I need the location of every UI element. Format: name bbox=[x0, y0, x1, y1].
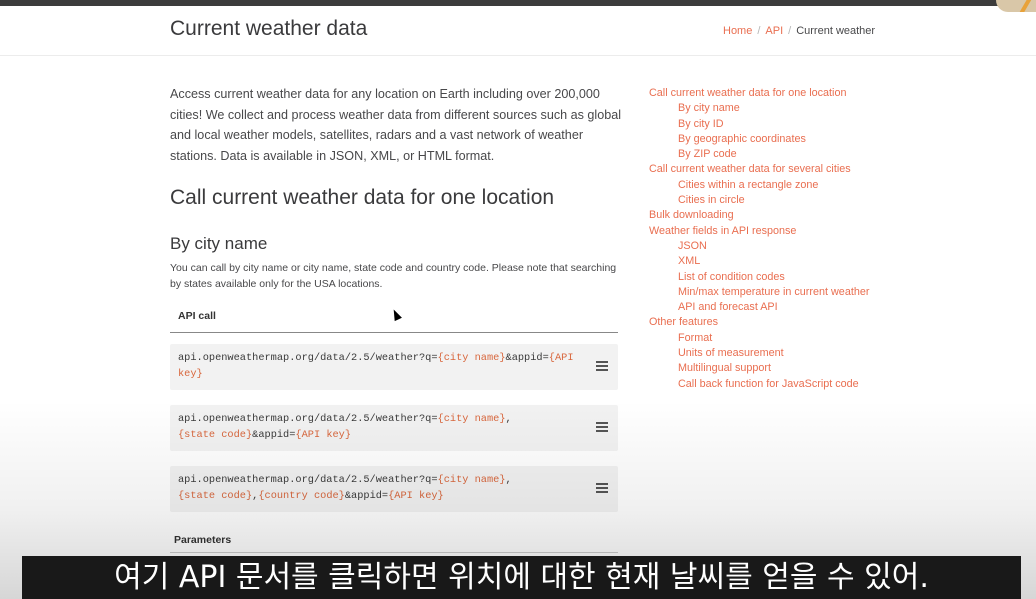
toc-link[interactable]: Cities within a rectangle zone bbox=[649, 178, 949, 193]
subsection-title: By city name bbox=[170, 234, 268, 253]
code-placeholder: {city name} bbox=[437, 352, 506, 364]
breadcrumb-home-link[interactable]: Home bbox=[723, 25, 752, 37]
code-placeholder: {country code} bbox=[258, 489, 345, 502]
breadcrumb-separator: / bbox=[788, 25, 792, 37]
menu-lines-icon[interactable] bbox=[596, 483, 608, 493]
toc-link[interactable]: By city ID bbox=[649, 117, 949, 132]
toc-link[interactable]: Format bbox=[649, 331, 949, 346]
code-text: &appid= bbox=[505, 352, 549, 364]
toc-link[interactable]: By ZIP code bbox=[649, 147, 949, 162]
toc-link[interactable]: Other features bbox=[649, 315, 949, 330]
page-header: Current weather data Home / API / Current we… bbox=[0, 6, 1036, 56]
code-text: , bbox=[505, 413, 512, 425]
code-text: api.openweathermap.org/data/2.5/weather?… bbox=[178, 352, 438, 364]
breadcrumb-separator: / bbox=[757, 25, 761, 37]
section-title: Call current weather data for one locati… bbox=[170, 186, 555, 209]
toc-link[interactable]: By city name bbox=[649, 101, 949, 116]
code-text: api.openweathermap.org/data/2.5/weather?… bbox=[178, 413, 438, 425]
toc-link[interactable]: Min/max temperature in current weather bbox=[649, 285, 949, 300]
code-placeholder: {state code} bbox=[178, 489, 253, 502]
video-subtitle: 여기 API 문서를 클릭하면 위치에 대한 현재 날씨를 얻을 수 있어. bbox=[22, 556, 1021, 599]
toc-link[interactable]: Multilingual support bbox=[649, 361, 949, 376]
toc-link[interactable]: JSON bbox=[649, 239, 949, 254]
menu-lines-icon[interactable] bbox=[596, 422, 608, 432]
toc-link[interactable]: Bulk downloading bbox=[649, 208, 949, 223]
toc-link[interactable]: API and forecast API bbox=[649, 300, 949, 315]
breadcrumb-api-link[interactable]: API bbox=[765, 25, 783, 37]
breadcrumb-current: Current weather bbox=[796, 25, 876, 37]
menu-lines-icon[interactable] bbox=[596, 361, 608, 371]
page-title: Current weather data bbox=[170, 17, 368, 40]
code-text: &appid= bbox=[344, 489, 389, 502]
code-placeholder: {API key} bbox=[295, 428, 352, 441]
subsection-description: You can call by city name or city name, … bbox=[170, 262, 617, 290]
toc-link[interactable]: XML bbox=[649, 254, 949, 269]
breadcrumb: Home / API / Current weather bbox=[723, 25, 875, 37]
code-placeholder: {state code} bbox=[178, 428, 253, 441]
parameters-divider bbox=[170, 552, 618, 553]
api-call-code-block[interactable]: api.openweathermap.org/data/2.5/weather?… bbox=[170, 466, 618, 512]
toc-link[interactable]: By geographic coordinates bbox=[649, 132, 949, 147]
toc-link[interactable]: Call current weather data for several ci… bbox=[649, 162, 949, 177]
code-placeholder: {city name} bbox=[437, 413, 506, 425]
code-text: &appid= bbox=[252, 428, 296, 441]
intro-paragraph: Access current weather data for any loca… bbox=[170, 87, 622, 163]
toc-link[interactable]: Call current weather data for one locati… bbox=[649, 86, 949, 101]
code-placeholder: {city name} bbox=[437, 474, 506, 486]
toc-link[interactable]: Cities in circle bbox=[649, 193, 949, 208]
toc-link[interactable]: Units of measurement bbox=[649, 346, 949, 361]
code-text: api.openweathermap.org/data/2.5/weather?… bbox=[178, 474, 438, 486]
table-of-contents: Call current weather data for one locati… bbox=[649, 86, 949, 392]
code-text: , bbox=[505, 474, 512, 486]
toc-link[interactable]: List of condition codes bbox=[649, 270, 949, 285]
code-placeholder: {API key} bbox=[388, 489, 444, 502]
toc-link[interactable]: Weather fields in API response bbox=[649, 224, 949, 239]
api-call-header-label: API call bbox=[178, 310, 216, 322]
toc-link[interactable]: Call back function for JavaScript code bbox=[649, 377, 949, 392]
parameters-header: Parameters bbox=[174, 534, 232, 546]
api-call-code-block[interactable]: api.openweathermap.org/data/2.5/weather?… bbox=[170, 405, 618, 451]
api-call-code-block[interactable]: api.openweathermap.org/data/2.5/weather?… bbox=[170, 344, 618, 390]
